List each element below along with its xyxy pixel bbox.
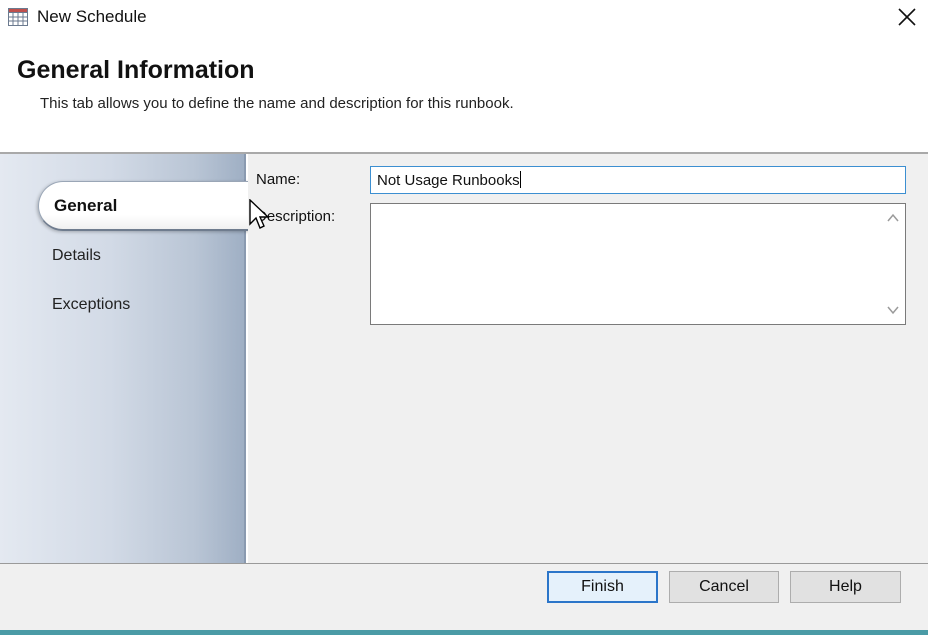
chevron-down-icon[interactable] — [886, 304, 900, 316]
page-title: General Information — [17, 56, 255, 84]
text-caret — [519, 171, 521, 188]
sidebar-item-general[interactable]: General — [38, 181, 250, 231]
title-bar: New Schedule — [0, 0, 928, 34]
name-field[interactable]: Not Usage Runbooks — [370, 166, 906, 194]
page-header: General Information This tab allows you … — [0, 34, 928, 152]
main-content: Name: Not Usage Runbooks Description: — [248, 154, 928, 563]
name-field-value: Not Usage Runbooks — [377, 172, 520, 189]
mouse-pointer-icon — [249, 199, 270, 229]
sidebar: General Details Exceptions — [0, 154, 250, 563]
sidebar-item-label: General — [54, 196, 118, 215]
window-title: New Schedule — [37, 7, 147, 26]
help-button[interactable]: Help — [790, 571, 901, 603]
cancel-button[interactable]: Cancel — [669, 571, 779, 603]
sidebar-item-exceptions[interactable]: Exceptions — [52, 296, 130, 314]
page-subtitle: This tab allows you to define the name a… — [40, 95, 514, 112]
sidebar-item-details[interactable]: Details — [52, 247, 101, 265]
close-button[interactable] — [890, 2, 924, 32]
dialog-footer: Finish Cancel Help — [0, 564, 928, 630]
chevron-up-icon[interactable] — [886, 212, 900, 224]
close-icon — [898, 8, 916, 26]
description-field[interactable] — [370, 203, 906, 325]
finish-button[interactable]: Finish — [547, 571, 658, 603]
description-scrollbar[interactable] — [881, 204, 905, 324]
calendar-grid-icon — [8, 8, 28, 26]
name-label: Name: — [256, 171, 301, 188]
window-bottom-border — [0, 630, 928, 635]
